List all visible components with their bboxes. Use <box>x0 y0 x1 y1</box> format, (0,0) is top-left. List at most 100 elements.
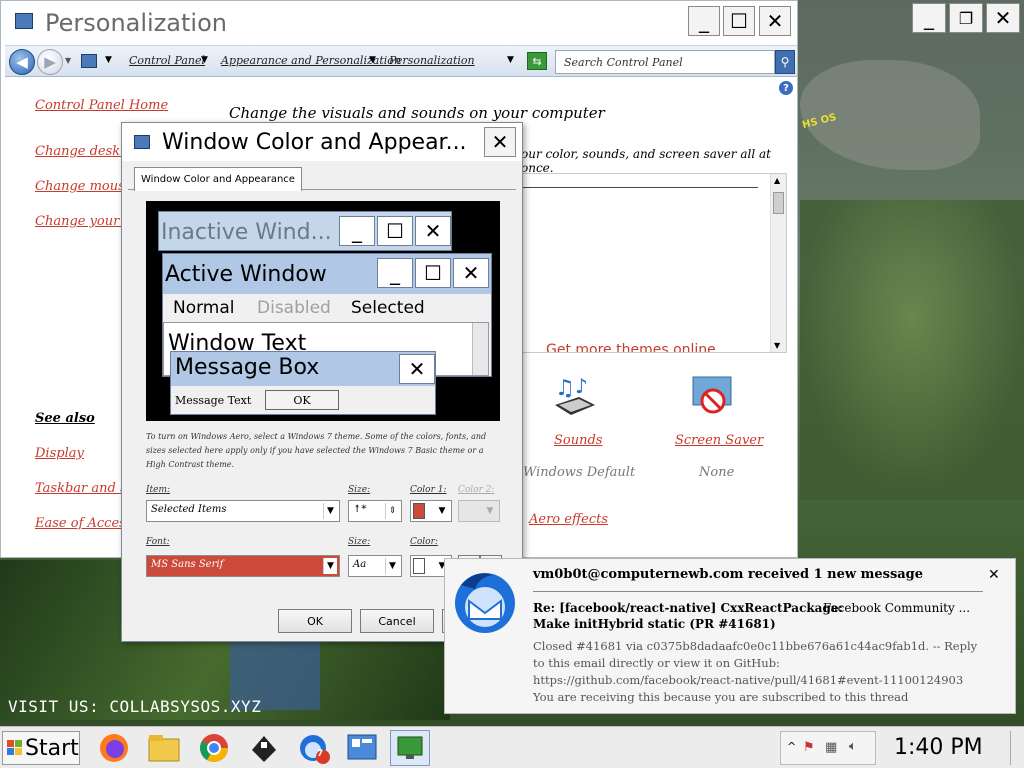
breadcrumb-chevron-icon[interactable]: ▼ <box>369 55 376 65</box>
volume-icon[interactable]: 🔈︎ <box>849 739 857 754</box>
chrome-icon[interactable] <box>194 730 234 766</box>
start-button[interactable]: Start <box>2 731 80 765</box>
address-dropdown-icon[interactable]: ▼ <box>507 55 514 65</box>
thunderbird-badge: 7 <box>317 749 324 759</box>
cancel-button[interactable]: Cancel <box>360 609 434 633</box>
font-size-select[interactable]: Aa ▼ <box>348 555 402 577</box>
file-explorer-icon[interactable] <box>144 730 184 766</box>
desktop-wallpaper-foliage <box>800 200 1024 500</box>
color1-picker[interactable]: ▼ <box>410 500 452 522</box>
see-also-display[interactable]: Display <box>35 446 84 461</box>
close-button[interactable]: ✕ <box>759 6 791 36</box>
page-heading: Change the visuals and sounds on your co… <box>229 104 605 122</box>
inactive-close-icon: ✕ <box>415 216 451 246</box>
search-input[interactable]: Search Control Panel <box>555 50 775 74</box>
notification-close-icon[interactable]: ✕ <box>988 567 1000 583</box>
scrollbar-thumb[interactable] <box>773 192 784 214</box>
sidebar-control-panel-home[interactable]: Control Panel Home <box>35 98 168 113</box>
sounds-link[interactable]: Sounds <box>554 433 602 448</box>
network-icon[interactable]: ▦ <box>825 740 837 755</box>
address-control-panel-icon <box>81 54 97 68</box>
bg-minimize-button[interactable]: _ <box>912 3 946 33</box>
svg-text:♫: ♫ <box>555 376 575 401</box>
notification-divider <box>533 591 983 592</box>
font-color-label: Color: <box>410 537 438 547</box>
breadcrumb-personalization[interactable]: Personalization <box>389 54 475 67</box>
address-bar: ◀ ▶ ▼ ▼ Control Panel ▼ Appearance and P… <box>5 45 797 77</box>
theme-scrollbar[interactable]: ▲ ▼ <box>770 174 786 352</box>
get-more-themes-link[interactable]: Get more themes online <box>546 342 716 352</box>
size-stepper[interactable]: ↟* ⇕ <box>348 500 402 522</box>
dialog-title: Window Color and Appear... <box>162 130 467 155</box>
personalization-taskbar-icon[interactable] <box>390 730 430 766</box>
inactive-window-preview: Inactive Wind... _ ☐ ✕ <box>158 211 452 251</box>
start-label: Start <box>25 735 79 761</box>
font-color-swatch <box>413 558 425 574</box>
preview-scrollbar <box>472 323 488 375</box>
thunderbird-taskbar-icon[interactable]: 7 <box>294 730 334 766</box>
inactive-window-title: Inactive Wind... <box>161 220 332 245</box>
inactive-minimize-icon: _ <box>339 216 375 246</box>
maximize-button[interactable]: ☐ <box>723 6 755 36</box>
minimize-button[interactable]: _ <box>688 6 720 36</box>
chevron-down-icon: ▼ <box>385 558 399 574</box>
control-panel-icon <box>15 13 33 29</box>
item-select[interactable]: Selected Items ▼ <box>146 500 340 522</box>
chevron-down-icon: ▼ <box>486 506 494 516</box>
firefox-icon[interactable] <box>94 730 134 766</box>
font-size-value: Aa <box>353 559 367 570</box>
font-size-label: Size: <box>348 537 371 547</box>
color2-label: Color 2: <box>458 485 495 495</box>
help-icon[interactable]: ? <box>779 81 793 95</box>
item-select-value: Selected Items <box>151 504 227 515</box>
font-select[interactable]: MS Sans Serif ▼ <box>146 555 340 577</box>
forward-arrow-icon[interactable]: ▶ <box>37 49 63 75</box>
dialog-close-button[interactable]: ✕ <box>484 127 516 157</box>
control-panel-taskbar-icon[interactable] <box>342 730 382 766</box>
appearance-preview: Inactive Wind... _ ☐ ✕ Active Window _ ☐… <box>146 201 500 421</box>
ok-button[interactable]: OK <box>278 609 352 633</box>
window-title: Personalization <box>45 9 227 37</box>
show-hidden-icons-chevron-icon[interactable]: ^ <box>787 740 796 753</box>
sounds-icon[interactable]: ♫ ♪ <box>551 374 599 419</box>
message-text: Message Text <box>175 394 252 407</box>
search-icon[interactable]: ⚲ <box>775 50 795 74</box>
notification-subject-line2: Make initHybrid static (PR #41681) <box>533 617 776 631</box>
color2-picker[interactable]: ▼ <box>458 500 500 522</box>
message-box-close-icon: ✕ <box>399 354 435 384</box>
menu-selected: Selected <box>351 298 425 318</box>
notification-sender: Facebook Community ... <box>823 601 971 615</box>
recent-pages-chevron-icon[interactable]: ▼ <box>65 56 71 65</box>
app-tiles-icon[interactable] <box>244 730 284 766</box>
active-maximize-icon: ☐ <box>415 258 451 288</box>
address-chevron-icon[interactable]: ▼ <box>105 55 112 65</box>
item-label: Item: <box>146 485 171 495</box>
size-stepper-value: ↟* <box>353 504 367 515</box>
screen-saver-icon[interactable] <box>689 375 737 419</box>
mail-notification[interactable]: vm0b0t@computernewb.com received 1 new m… <box>444 558 1016 714</box>
breadcrumb-control-panel[interactable]: Control Panel <box>129 54 205 67</box>
watermark-text: VISIT US: COLLABSYSOS.XYZ <box>8 697 262 716</box>
action-center-flag-icon[interactable]: ⚑ <box>803 740 815 755</box>
tab-window-color[interactable]: Window Color and Appearance <box>134 167 302 191</box>
font-label: Font: <box>146 537 170 547</box>
inactive-maximize-icon: ☐ <box>377 216 413 246</box>
svg-text:♪: ♪ <box>575 375 588 398</box>
spinner-icon[interactable]: ⇕ <box>385 503 399 519</box>
clock[interactable]: 1:40 PM <box>894 735 983 760</box>
theme-list[interactable]: Get more themes online ▲ ▼ <box>521 173 787 353</box>
screen-saver-link[interactable]: Screen Saver <box>675 433 763 448</box>
aero-effects-link[interactable]: Aero effects <box>529 512 608 527</box>
size-label: Size: <box>348 485 371 495</box>
see-also-ease-of-access[interactable]: Ease of Acces <box>35 516 126 531</box>
color1-swatch <box>413 503 425 519</box>
notification-subject-line1: Re: [facebook/react-native] CxxReactPack… <box>533 601 843 615</box>
back-arrow-icon[interactable]: ◀ <box>9 49 35 75</box>
dialog-description: To turn on Windows Aero, select a Window… <box>146 432 487 469</box>
breadcrumb-chevron-icon[interactable]: ▼ <box>201 55 208 65</box>
bg-restore-button[interactable]: ❐ <box>949 3 983 33</box>
bg-close-button[interactable]: ✕ <box>986 3 1020 33</box>
refresh-icon[interactable]: ⇆ <box>527 52 547 70</box>
show-desktop-button[interactable] <box>1010 731 1022 765</box>
see-also-taskbar[interactable]: Taskbar and S <box>35 481 129 496</box>
